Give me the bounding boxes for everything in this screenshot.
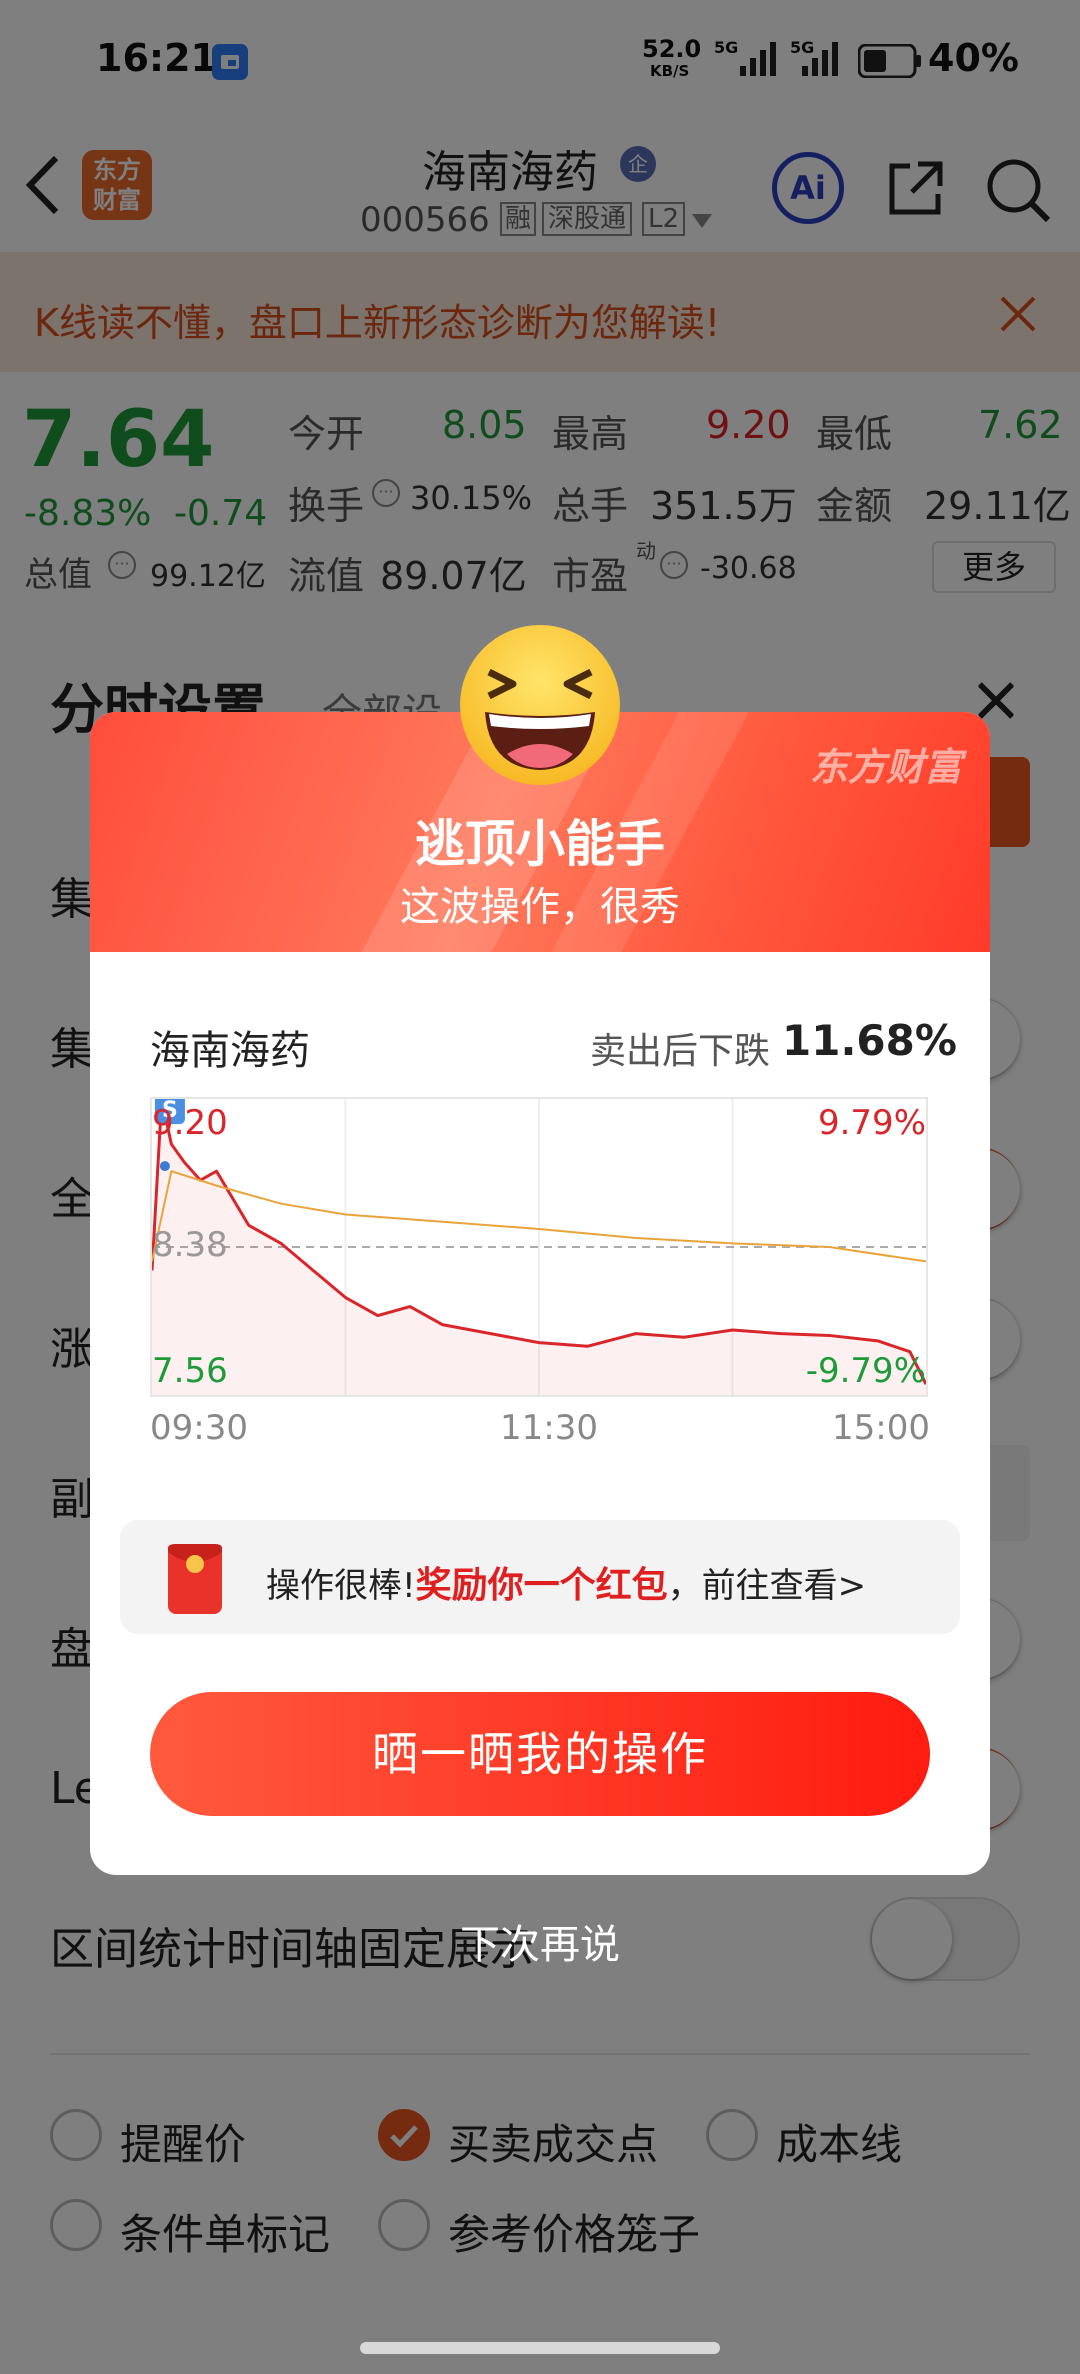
watermark-logo: 东方财富 — [809, 745, 962, 789]
red-packet-banner[interactable]: 操作很棒!奖励你一个红包，前往查看> — [120, 1520, 960, 1634]
modal-stock-name: 海南海药 — [150, 1028, 310, 1074]
home-indicator[interactable] — [360, 2342, 720, 2354]
intraday-chart: S 9.20 8.38 7.56 9.79% -9.79% — [150, 1094, 928, 1397]
share-operation-button[interactable]: 晒一晒我的操作 — [150, 1692, 930, 1816]
x-label-close: 15:00 — [832, 1408, 930, 1448]
reward-text: 操作很棒!奖励你一个红包，前往查看> — [266, 1556, 866, 1608]
achievement-modal: 东方财富 逃顶小能手 这波操作，很秀 海南海药 卖出后下跌 11.68% S 9… — [90, 712, 990, 1875]
x-label-mid: 11:30 — [500, 1408, 598, 1448]
later-button[interactable]: 下次再说 — [0, 1912, 1080, 1970]
sell-point — [159, 1161, 170, 1172]
modal-title: 逃顶小能手 — [415, 815, 665, 873]
red-packet-icon — [168, 1544, 222, 1614]
reward-suffix: ，前往查看> — [667, 1566, 867, 1606]
laughing-emoji-icon — [460, 625, 620, 785]
y-max-label: 9.20 — [152, 1103, 228, 1143]
x-label-open: 09:30 — [150, 1408, 248, 1448]
pct-min-label: -9.79% — [805, 1351, 926, 1391]
reward-highlight: 奖励你一个红包 — [415, 1565, 668, 1606]
modal-subtitle: 这波操作，很秀 — [400, 884, 680, 930]
drop-label: 卖出后下跌 — [590, 1031, 771, 1072]
drop-value: 11.68% — [782, 1016, 957, 1065]
close-icon[interactable] — [976, 680, 1016, 720]
pct-max-label: 9.79% — [817, 1103, 926, 1143]
y-min-label: 7.56 — [152, 1351, 228, 1391]
reward-prefix: 操作很棒! — [266, 1566, 416, 1606]
y-mid-label: 8.38 — [152, 1225, 228, 1265]
